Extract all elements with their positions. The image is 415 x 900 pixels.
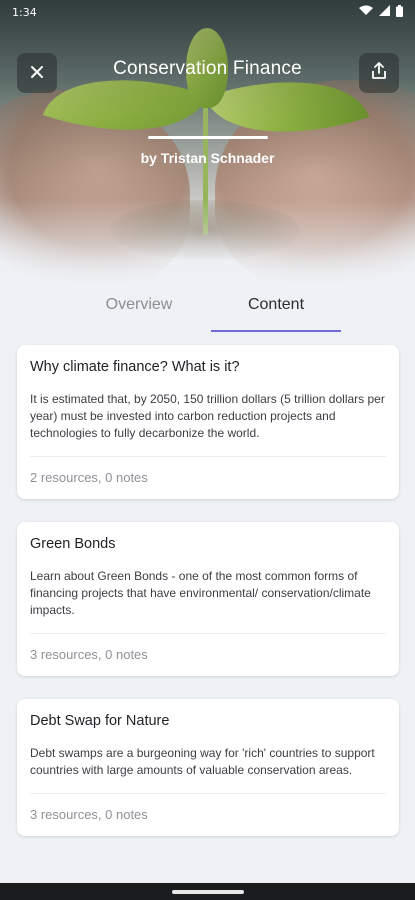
wifi-icon xyxy=(359,5,373,19)
status-icons xyxy=(359,4,403,20)
content-card[interactable]: Green Bonds Learn about Green Bonds - on… xyxy=(17,522,399,676)
home-gesture-handle[interactable] xyxy=(172,890,244,894)
content-card[interactable]: Why climate finance? What is it? It is e… xyxy=(17,345,399,499)
tab-content[interactable]: Content xyxy=(211,288,341,332)
tab-bar: Overview Content xyxy=(0,288,415,332)
card-description: Debt swamps are a burgeoning way for 'ri… xyxy=(30,746,375,777)
tab-overview[interactable]: Overview xyxy=(74,288,204,332)
close-button[interactable] xyxy=(17,53,57,93)
content-card[interactable]: Debt Swap for Nature Debt swamps are a b… xyxy=(17,699,399,836)
card-title: Green Bonds xyxy=(30,536,116,552)
card-meta: 3 resources, 0 notes xyxy=(30,647,148,662)
card-title: Why climate finance? What is it? xyxy=(30,359,240,375)
share-icon xyxy=(371,62,387,84)
card-description: It is estimated that, by 2050, 150 trill… xyxy=(30,392,385,440)
header-gradient xyxy=(0,0,415,285)
course-title: Conservation Finance xyxy=(113,58,302,79)
share-button[interactable] xyxy=(359,53,399,93)
status-time: 1:34 xyxy=(12,5,37,19)
signal-icon xyxy=(379,5,390,19)
card-meta: 3 resources, 0 notes xyxy=(30,807,148,822)
header-image xyxy=(0,0,415,285)
card-meta: 2 resources, 0 notes xyxy=(30,470,148,485)
close-icon xyxy=(30,64,44,83)
battery-icon xyxy=(396,4,403,20)
title-underline xyxy=(148,136,268,139)
course-author: by Tristan Schnader xyxy=(140,150,275,166)
card-description: Learn about Green Bonds - one of the mos… xyxy=(30,569,371,617)
card-title: Debt Swap for Nature xyxy=(30,713,170,729)
status-bar: 1:34 xyxy=(0,0,415,24)
